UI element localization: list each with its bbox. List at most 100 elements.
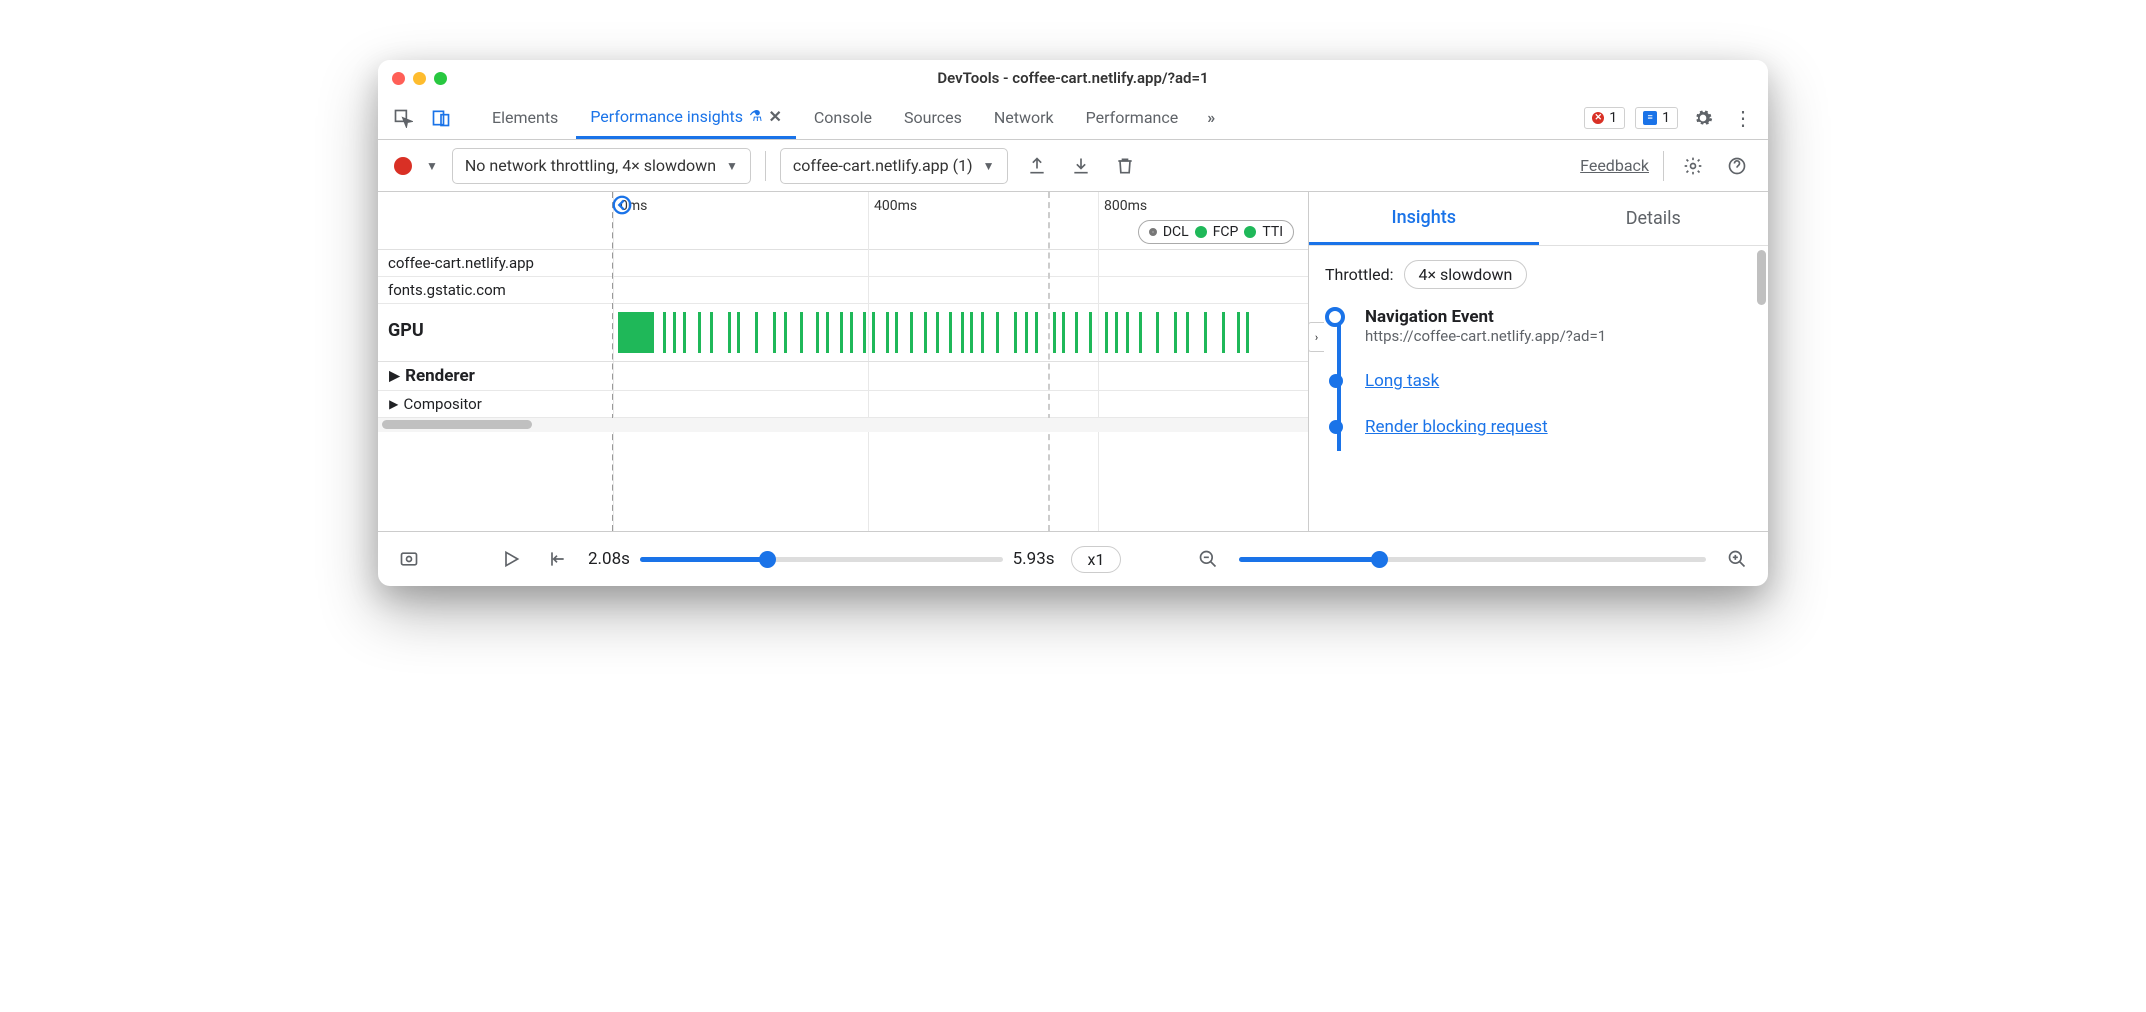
side-tabs: Insights Details xyxy=(1309,192,1768,246)
insights-timeline: Navigation Event https://coffee-cart.net… xyxy=(1325,307,1752,437)
message-count-badge[interactable]: ≡ 1 xyxy=(1635,107,1678,129)
error-count: 1 xyxy=(1609,110,1617,126)
tab-network[interactable]: Network xyxy=(980,96,1068,139)
import-icon[interactable] xyxy=(1066,151,1096,181)
long-task-node[interactable]: Long task xyxy=(1365,371,1752,391)
message-count: 1 xyxy=(1662,110,1670,126)
tti-marker-icon xyxy=(1244,226,1256,238)
dcl-label: DCL xyxy=(1163,224,1189,240)
dcl-marker-icon xyxy=(1149,228,1157,236)
vertical-scrollbar[interactable] xyxy=(1757,250,1766,305)
window-title: DevTools - coffee-cart.netlify.app/?ad=1 xyxy=(378,69,1768,87)
side-tab-label: Insights xyxy=(1392,207,1456,228)
export-icon[interactable] xyxy=(1022,151,1052,181)
fcp-marker-icon xyxy=(1195,226,1207,238)
throttled-label: Throttled: xyxy=(1325,265,1394,284)
recording-select[interactable]: coffee-cart.netlify.app (1) ▼ xyxy=(780,148,1008,184)
tab-performance[interactable]: Performance xyxy=(1072,96,1193,139)
more-tabs-icon[interactable]: » xyxy=(1196,103,1226,133)
slider-thumb[interactable] xyxy=(759,551,776,568)
tab-console[interactable]: Console xyxy=(800,96,886,139)
renderer-track[interactable]: ▶ Renderer xyxy=(378,362,1308,391)
play-icon[interactable] xyxy=(496,544,526,574)
nav-event-marker-icon xyxy=(1325,307,1345,327)
delete-icon[interactable] xyxy=(1110,151,1140,181)
kebab-menu-icon[interactable]: ⋮ xyxy=(1728,103,1758,133)
network-row[interactable]: fonts.gstatic.com xyxy=(378,277,1308,304)
zoom-out-icon[interactable] xyxy=(1193,544,1223,574)
gpu-track[interactable]: GPU xyxy=(378,304,1308,362)
expand-icon[interactable]: ▶ xyxy=(389,397,398,411)
throttle-value: 4× slowdown xyxy=(1419,265,1513,284)
event-marker-icon xyxy=(1329,374,1343,388)
render-blocking-link[interactable]: Render blocking request xyxy=(1365,417,1548,437)
devtools-window: DevTools - coffee-cart.netlify.app/?ad=1… xyxy=(378,60,1768,586)
side-content: Throttled: 4× slowdown Navigation Event … xyxy=(1309,246,1768,451)
recording-label: coffee-cart.netlify.app (1) xyxy=(793,156,973,175)
tti-label: TTI xyxy=(1262,224,1283,240)
slider-track[interactable] xyxy=(640,557,1003,562)
compositor-label: Compositor xyxy=(404,395,482,413)
tab-label: Performance insights xyxy=(590,107,743,126)
nav-event-url: https://coffee-cart.netlify.app/?ad=1 xyxy=(1365,327,1752,345)
zoom-thumb[interactable] xyxy=(1371,551,1388,568)
tab-label: Network xyxy=(994,108,1054,127)
screenshot-preview-icon[interactable] xyxy=(394,544,424,574)
help-icon[interactable] xyxy=(1722,151,1752,181)
renderer-label: Renderer xyxy=(405,366,475,386)
throttle-pill[interactable]: 4× slowdown xyxy=(1404,260,1528,289)
tab-elements[interactable]: Elements xyxy=(478,96,572,139)
inspect-element-icon[interactable] xyxy=(388,103,418,133)
tab-details[interactable]: Details xyxy=(1539,192,1769,245)
settings-icon[interactable] xyxy=(1688,103,1718,133)
network-row-label: coffee-cart.netlify.app xyxy=(388,254,534,272)
expand-icon[interactable]: ▶ xyxy=(389,368,399,384)
long-task-link[interactable]: Long task xyxy=(1365,371,1439,391)
horizontal-scrollbar[interactable] xyxy=(378,418,1308,432)
tab-sources[interactable]: Sources xyxy=(890,96,976,139)
tick-label: 800ms xyxy=(1104,198,1147,214)
tab-right-icons: ✕ 1 ≡ 1 ⋮ xyxy=(1584,103,1758,133)
compositor-track[interactable]: ▶ Compositor xyxy=(378,391,1308,418)
time-ruler[interactable]: 0ms 400ms 800ms DCL FCP TTI xyxy=(378,192,1308,250)
start-marker-icon[interactable] xyxy=(611,194,633,220)
fcp-label: FCP xyxy=(1213,224,1239,240)
metrics-legend[interactable]: DCL FCP TTI xyxy=(1138,220,1294,244)
close-tab-icon[interactable]: ✕ xyxy=(768,107,781,126)
skip-back-icon[interactable] xyxy=(542,544,572,574)
tab-insights[interactable]: Insights xyxy=(1309,192,1539,245)
navigation-event-node[interactable]: Navigation Event https://coffee-cart.net… xyxy=(1365,307,1752,345)
record-dropdown-icon[interactable]: ▼ xyxy=(426,159,438,173)
gpu-label: GPU xyxy=(388,320,424,341)
panel-settings-icon[interactable] xyxy=(1678,151,1708,181)
playback-footer: 2.08s 5.93s x1 xyxy=(378,532,1768,586)
throttling-select[interactable]: No network throttling, 4× slowdown ▼ xyxy=(452,148,751,184)
slider-fill xyxy=(640,557,767,562)
time-end: 5.93s xyxy=(1013,549,1055,569)
scrollbar-thumb[interactable] xyxy=(382,420,532,429)
time-start: 2.08s xyxy=(588,549,630,569)
window-titlebar: DevTools - coffee-cart.netlify.app/?ad=1 xyxy=(378,60,1768,96)
device-toggle-icon[interactable] xyxy=(426,103,456,133)
tab-label: Performance xyxy=(1086,108,1179,127)
chevron-down-icon: ▼ xyxy=(983,159,995,173)
speed-pill[interactable]: x1 xyxy=(1071,546,1122,573)
message-icon: ≡ xyxy=(1643,111,1657,125)
render-blocking-node[interactable]: Render blocking request xyxy=(1365,417,1752,437)
tick-label: 400ms xyxy=(874,198,917,214)
divider xyxy=(1663,151,1664,181)
speed-value: x1 xyxy=(1088,550,1105,569)
zoom-in-icon[interactable] xyxy=(1722,544,1752,574)
feedback-link[interactable]: Feedback xyxy=(1580,156,1649,175)
timeline-pane[interactable]: 0ms 400ms 800ms DCL FCP TTI coffee-cart.… xyxy=(378,192,1308,531)
event-marker-icon xyxy=(1329,420,1343,434)
zoom-slider[interactable] xyxy=(1239,557,1706,562)
chevron-down-icon: ▼ xyxy=(726,159,738,173)
error-count-badge[interactable]: ✕ 1 xyxy=(1584,107,1625,129)
network-row[interactable]: coffee-cart.netlify.app xyxy=(378,250,1308,277)
playback-slider[interactable]: 2.08s 5.93s xyxy=(588,549,1055,569)
tab-performance-insights[interactable]: Performance insights ⚗ ✕ xyxy=(576,96,796,139)
record-button[interactable] xyxy=(394,157,412,175)
panel-tabs: Elements Performance insights ⚗ ✕ Consol… xyxy=(478,96,1576,139)
gpu-activity-bars xyxy=(618,312,1308,353)
